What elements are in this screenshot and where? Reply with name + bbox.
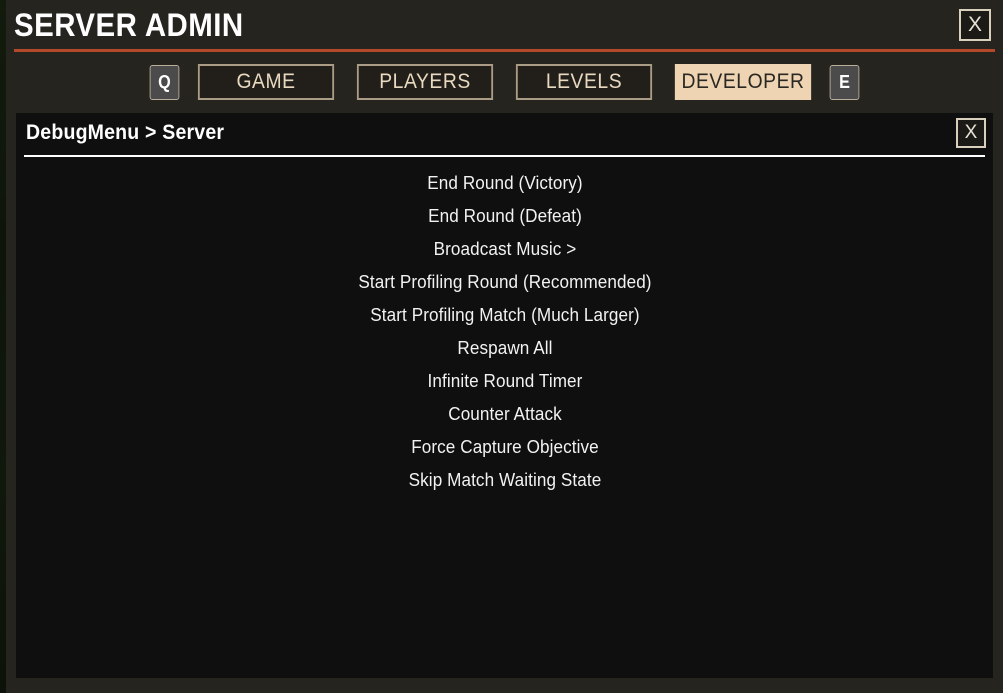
debug-menu-item[interactable]: End Round (Victory) [343, 167, 666, 200]
tab-levels[interactable]: LEVELS [515, 64, 653, 100]
server-admin-panel: SERVER ADMIN X Q GAME PLAYERS LEVELS DEV… [6, 0, 1003, 693]
debug-menu-window: DebugMenu > Server X End Round (Victory)… [16, 113, 993, 678]
close-icon[interactable]: X [959, 9, 991, 41]
debug-close-icon[interactable]: X [956, 118, 986, 148]
debug-menu-item[interactable]: Start Profiling Match (Much Larger) [343, 299, 666, 332]
server-admin-header: SERVER ADMIN X [6, 0, 1003, 52]
debug-menu-header: DebugMenu > Server X [16, 113, 993, 155]
debug-menu-item[interactable]: Infinite Round Timer [343, 365, 666, 398]
debug-header-underline [24, 155, 985, 157]
tab-bar: Q GAME PLAYERS LEVELS DEVELOPER E [6, 62, 1003, 102]
debug-menu-item[interactable]: Broadcast Music > [343, 233, 666, 266]
prev-tab-key-button[interactable]: Q [149, 64, 180, 100]
game-screen: SERVER ADMIN X Q GAME PLAYERS LEVELS DEV… [0, 0, 1003, 693]
debug-menu-item[interactable]: Respawn All [343, 332, 666, 365]
debug-menu-item[interactable]: End Round (Defeat) [343, 200, 666, 233]
debug-menu-list: End Round (Victory) End Round (Defeat) Bro… [16, 159, 993, 497]
breadcrumb: DebugMenu > Server [26, 121, 225, 144]
debug-menu-item[interactable]: Start Profiling Round (Recommended) [343, 266, 666, 299]
debug-menu-item[interactable]: Force Capture Objective [343, 431, 666, 464]
debug-menu-item[interactable]: Counter Attack [343, 398, 666, 431]
next-tab-key-button[interactable]: E [829, 64, 860, 100]
tab-game[interactable]: GAME [197, 64, 335, 100]
page-title: SERVER ADMIN [14, 7, 244, 43]
tab-players[interactable]: PLAYERS [356, 64, 494, 100]
tab-developer[interactable]: DEVELOPER [674, 64, 812, 100]
debug-menu-item[interactable]: Skip Match Waiting State [343, 464, 666, 497]
debug-menu-body: End Round (Victory) End Round (Defeat) Bro… [16, 159, 993, 678]
header-divider [14, 49, 995, 52]
